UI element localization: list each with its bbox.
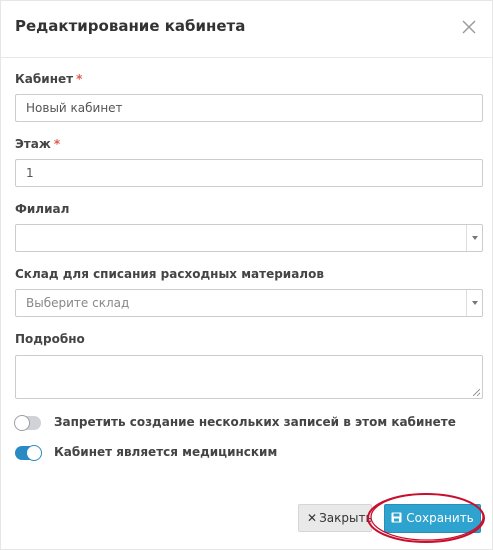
save-button[interactable]: Сохранить (384, 504, 481, 533)
save-button-label: Сохранить (406, 511, 474, 525)
close-button-label: Закрыть (319, 511, 372, 525)
close-button[interactable]: ✕ Закрыть (298, 504, 372, 532)
warehouse-label: Склад для списания расходных материалов (15, 267, 324, 281)
medical-toggle[interactable] (15, 445, 42, 461)
floor-input[interactable]: 1 (15, 159, 483, 187)
prevent-multiple-toggle[interactable] (14, 415, 41, 431)
edit-cabinet-modal: Редактирование кабинета Кабинет * Новый к… (0, 0, 493, 550)
warehouse-placeholder: Выберите склад (26, 296, 130, 310)
modal-title: Редактирование кабинета (15, 17, 246, 35)
floor-label: Этаж * (15, 137, 60, 151)
cabinet-label-text: Кабинет (15, 72, 74, 86)
cabinet-label: Кабинет * (15, 72, 82, 86)
floor-label-text: Этаж (15, 137, 51, 151)
modal-header: Редактирование кабинета (1, 1, 492, 58)
floor-input-value: 1 (26, 166, 34, 180)
close-icon[interactable] (460, 18, 478, 36)
medical-label: Кабинет является медицинским (54, 445, 278, 459)
cabinet-input-value: Новый кабинет (26, 101, 123, 115)
resize-grip-icon[interactable] (473, 389, 480, 396)
prevent-multiple-label: Запретить создание нескольких записей в … (54, 415, 456, 429)
details-textarea[interactable] (15, 355, 483, 399)
chevron-down-icon[interactable] (466, 290, 482, 316)
details-label: Подробно (15, 332, 85, 346)
required-mark: * (76, 72, 83, 86)
warehouse-select[interactable]: Выберите склад (15, 289, 483, 317)
required-mark: * (53, 137, 61, 151)
floppy-icon (391, 512, 402, 523)
branch-label: Филиал (15, 202, 70, 216)
chevron-down-icon[interactable] (466, 225, 482, 251)
close-x-icon: ✕ (307, 511, 318, 525)
cabinet-input[interactable]: Новый кабинет (15, 94, 483, 122)
toggle-knob (26, 445, 42, 461)
branch-select[interactable] (15, 224, 483, 252)
toggle-knob (14, 415, 30, 431)
